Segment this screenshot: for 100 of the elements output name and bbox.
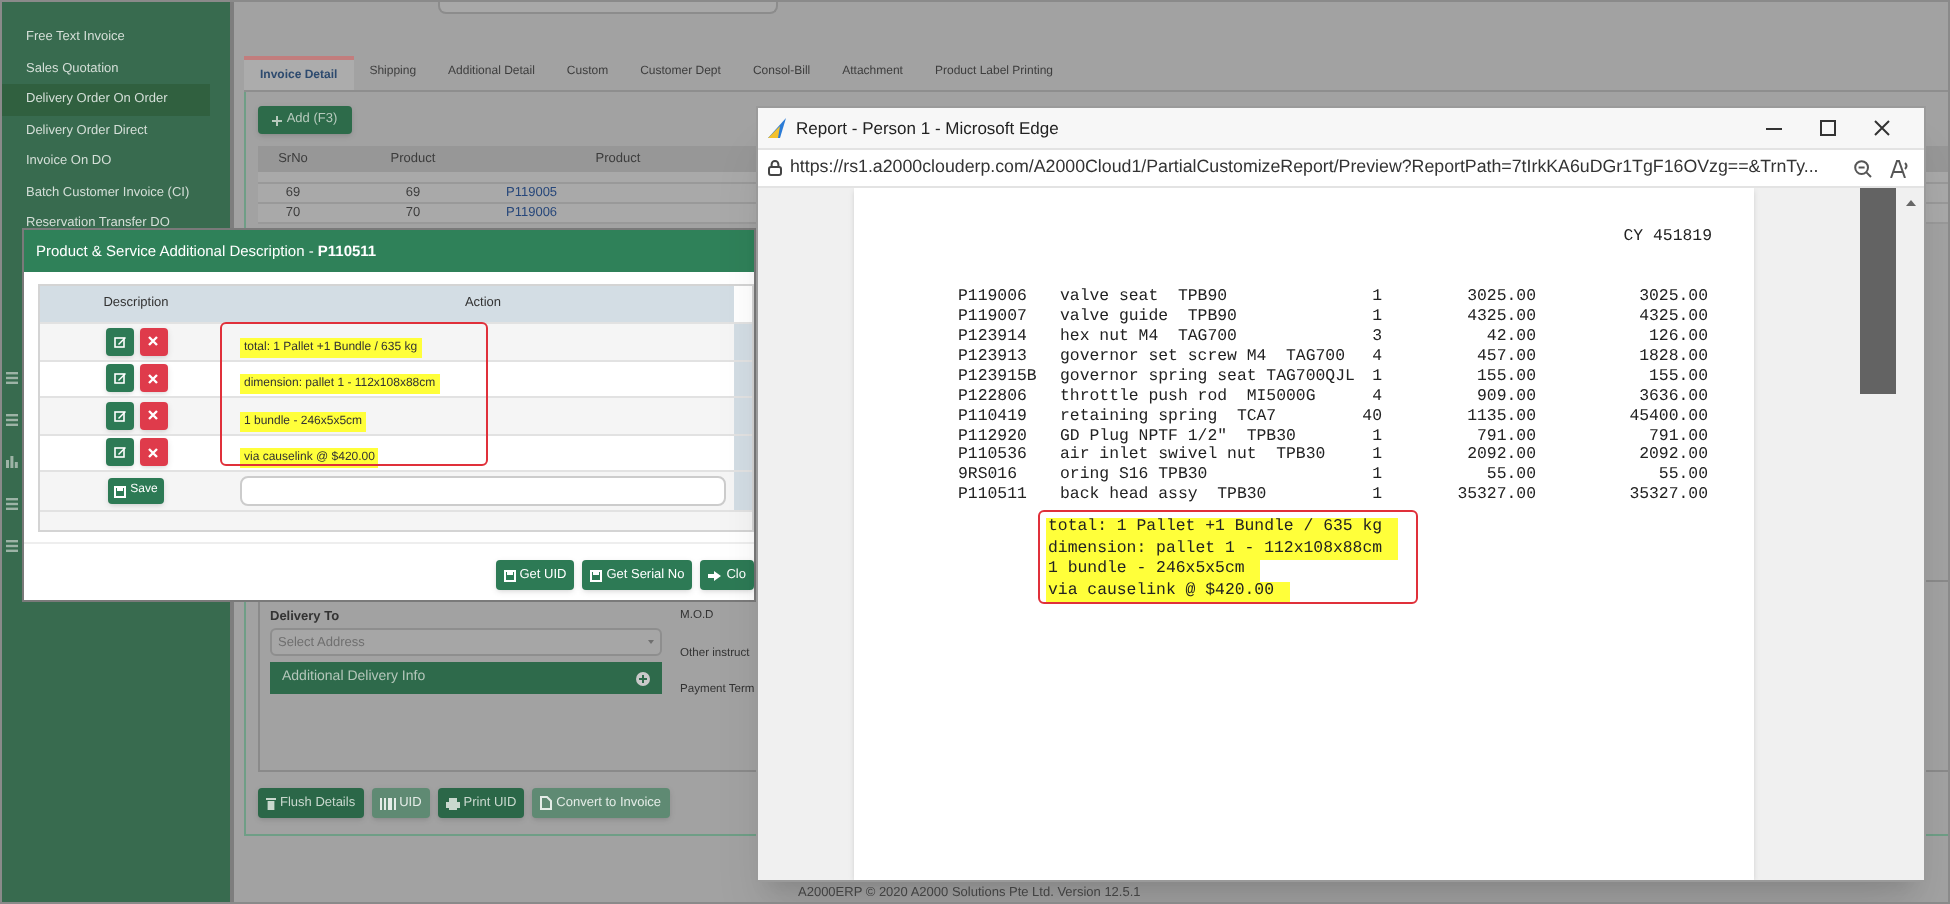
close-icon[interactable] xyxy=(1874,120,1890,136)
caret-icon xyxy=(648,640,654,644)
edit-button[interactable] xyxy=(105,364,133,393)
report-text: throttle push rod MI5000G xyxy=(1060,387,1318,408)
report-text: oring S16 TPB30 xyxy=(1060,466,1210,486)
report-text: hex nut M4 TAG700 xyxy=(1060,328,1239,348)
report-text: 791.00 xyxy=(1475,427,1536,447)
report-text: P123915B xyxy=(958,367,1039,388)
zoom-out-icon[interactable] xyxy=(1854,159,1872,177)
read-aloud-icon[interactable] xyxy=(1890,159,1910,177)
report-text: 40 xyxy=(1360,407,1382,428)
table-cell xyxy=(734,472,752,510)
close-icon xyxy=(148,336,158,347)
delete-button[interactable] xyxy=(139,401,167,430)
report-text: 457.00 xyxy=(1475,347,1536,368)
report-text: P110511 xyxy=(958,486,1029,507)
highlighted-text: 1 bundle - 246x5x5cm xyxy=(1046,560,1261,582)
report-text: P123913 xyxy=(958,347,1029,368)
report-text: governor set screw M4 TAG700 xyxy=(1060,347,1347,368)
report-text: 1 xyxy=(1370,486,1382,507)
report-text: 35327.00 xyxy=(1627,486,1708,507)
menu-icon xyxy=(6,371,18,383)
save-icon xyxy=(503,569,516,581)
app-logo-icon xyxy=(768,118,788,138)
edit-button[interactable] xyxy=(105,438,133,467)
report-text: P112920 xyxy=(958,427,1029,447)
edit-icon xyxy=(113,335,125,348)
report-text: air inlet swivel nut TPB30 xyxy=(1060,446,1328,466)
delete-button[interactable] xyxy=(139,438,167,467)
document-icon xyxy=(540,796,553,810)
report-text: 3636.00 xyxy=(1637,387,1708,408)
delete-button[interactable] xyxy=(139,364,167,393)
highlighted-text: dimension: pallet 1 - 112x108x88cm xyxy=(1046,539,1399,561)
report-text: P122806 xyxy=(958,387,1029,408)
report-text: 1 xyxy=(1370,427,1382,447)
table-cell xyxy=(734,324,752,359)
lock-icon xyxy=(768,160,782,176)
report-text: 791.00 xyxy=(1647,427,1708,447)
plus-icon xyxy=(272,115,283,125)
report-text: 3 xyxy=(1370,328,1382,348)
report-text: P123914 xyxy=(958,328,1029,348)
report-text: 155.00 xyxy=(1475,367,1536,388)
report-text: 55.00 xyxy=(1484,466,1536,487)
plus-circle-icon xyxy=(636,671,650,685)
report-text: 35327.00 xyxy=(1455,486,1536,507)
table-cell xyxy=(734,435,752,470)
save-icon xyxy=(114,485,127,497)
window-title: Report - Person 1 - Microsoft Edge xyxy=(796,115,1059,141)
report-text: 1135.00 xyxy=(1465,407,1536,428)
delete-button[interactable] xyxy=(139,327,167,356)
report-text: 45400.00 xyxy=(1627,407,1708,428)
report-text: P110419 xyxy=(958,407,1029,428)
report-text: P119006 xyxy=(958,288,1029,309)
printer-icon xyxy=(445,797,460,809)
close-icon xyxy=(148,410,158,421)
report-text: GD Plug NPTF 1/2" TPB30 xyxy=(1060,427,1298,446)
menu-icon xyxy=(6,497,18,509)
save-icon xyxy=(590,569,603,581)
report-text: 4 xyxy=(1370,347,1382,368)
menu-icon xyxy=(6,539,18,551)
report-text: P119007 xyxy=(958,308,1029,329)
report-text: 4325.00 xyxy=(1465,308,1536,329)
edit-icon xyxy=(113,372,125,385)
report-text: 2092.00 xyxy=(1465,446,1536,467)
report-text: 1 xyxy=(1370,308,1382,329)
maximize-icon[interactable] xyxy=(1820,120,1836,136)
edit-button[interactable] xyxy=(105,401,133,430)
edit-icon xyxy=(113,446,125,459)
report-text: 1828.00 xyxy=(1637,347,1708,368)
report-text: 1 xyxy=(1370,367,1382,388)
report-text: 3025.00 xyxy=(1637,288,1708,309)
exit-icon xyxy=(708,569,723,581)
report-text: 2092.00 xyxy=(1637,446,1708,467)
report-text: P110536 xyxy=(958,446,1029,467)
report-text: 155.00 xyxy=(1647,367,1708,388)
report-text: 1 xyxy=(1370,466,1382,487)
report-text: 909.00 xyxy=(1475,387,1536,408)
close-icon xyxy=(148,447,158,458)
menu-icon xyxy=(6,413,18,425)
chart-icon xyxy=(6,455,18,467)
report-text: valve seat TPB90 xyxy=(1060,288,1230,308)
table-cell xyxy=(734,398,752,433)
edit-icon xyxy=(113,409,125,422)
report-text: 4325.00 xyxy=(1637,308,1708,329)
highlighted-text: total: 1 Pallet +1 Bundle / 635 kg xyxy=(1046,518,1399,540)
report-text: 55.00 xyxy=(1656,466,1708,487)
report-text: 3025.00 xyxy=(1465,288,1536,309)
close-icon xyxy=(148,373,158,384)
report-text: retaining spring TCA7 xyxy=(1060,407,1279,428)
report-text: 9RS016 xyxy=(958,466,1019,487)
report-text: 126.00 xyxy=(1647,328,1708,348)
input-field[interactable] xyxy=(240,476,726,506)
edit-button[interactable] xyxy=(105,327,133,356)
report-text: back head assy TPB30 xyxy=(1060,486,1269,507)
report-text: CY 451819 xyxy=(1621,226,1712,250)
report-text: 42.00 xyxy=(1484,328,1536,348)
trash-icon xyxy=(266,797,276,809)
table-cell xyxy=(734,361,752,396)
report-text: governor spring seat TAG700QJL xyxy=(1060,367,1352,388)
report-text: 1 xyxy=(1370,288,1382,309)
